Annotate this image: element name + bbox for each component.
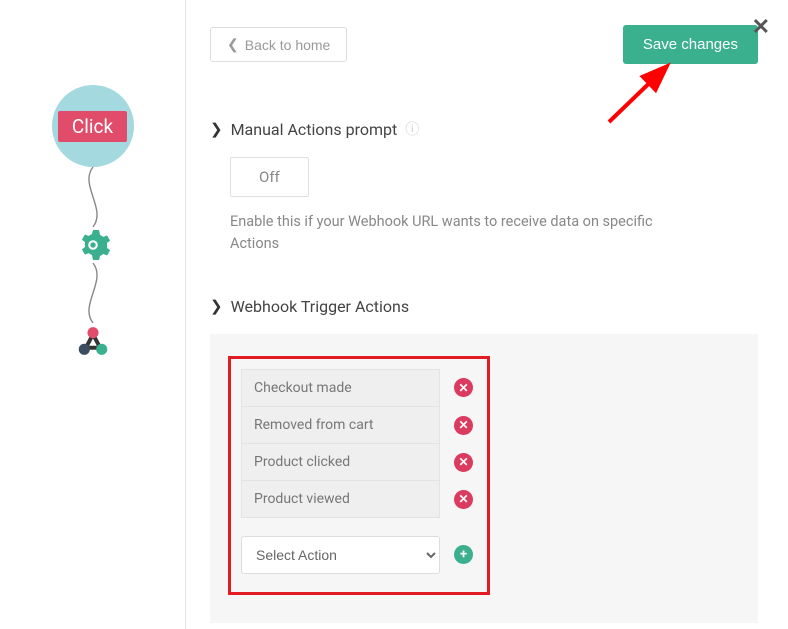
close-icon[interactable]: ✕ bbox=[752, 15, 770, 40]
remove-action-button[interactable]: ✕ bbox=[454, 490, 473, 509]
trigger-actions-panel: Checkout made ✕ Removed from cart ✕ Prod… bbox=[210, 334, 758, 623]
webhook-icon bbox=[74, 324, 112, 362]
manual-actions-helper: Enable this if your Webhook URL wants to… bbox=[230, 211, 660, 255]
add-action-button[interactable]: + bbox=[454, 545, 473, 564]
remove-action-button[interactable]: ✕ bbox=[454, 378, 473, 397]
trigger-actions-title: Webhook Trigger Actions bbox=[231, 297, 410, 316]
trigger-action-row: Product clicked ✕ bbox=[241, 444, 473, 481]
trigger-actions-header[interactable]: ❯ Webhook Trigger Actions bbox=[210, 297, 758, 316]
select-action-dropdown[interactable]: Select Action bbox=[241, 536, 440, 574]
manual-actions-header[interactable]: ❯ Manual Actions prompt ⓘ bbox=[210, 119, 758, 139]
click-node-label: Click bbox=[58, 111, 127, 142]
trigger-action-row: Checkout made ✕ bbox=[241, 369, 473, 407]
flow-sidebar: Click bbox=[0, 0, 185, 629]
back-button-label: Back to home bbox=[245, 37, 331, 53]
remove-action-button[interactable]: ✕ bbox=[454, 416, 473, 435]
back-to-home-button[interactable]: ❮ Back to home bbox=[210, 27, 347, 62]
webhook-node[interactable] bbox=[73, 323, 113, 363]
trigger-action-label: Removed from cart bbox=[241, 407, 440, 444]
manual-actions-toggle[interactable]: Off bbox=[230, 157, 309, 197]
trigger-action-row: Removed from cart ✕ bbox=[241, 407, 473, 444]
add-action-row: Select Action + bbox=[241, 536, 473, 574]
trigger-action-row: Product viewed ✕ bbox=[241, 481, 473, 518]
top-toolbar: ❮ Back to home Save changes bbox=[210, 25, 758, 64]
remove-action-button[interactable]: ✕ bbox=[454, 453, 473, 472]
gear-icon bbox=[75, 227, 111, 263]
highlight-box: Checkout made ✕ Removed from cart ✕ Prod… bbox=[228, 356, 490, 595]
gear-node[interactable] bbox=[75, 227, 111, 263]
trigger-action-label: Checkout made bbox=[241, 369, 440, 407]
manual-actions-title: Manual Actions prompt bbox=[231, 120, 398, 139]
main-panel: ✕ ❮ Back to home Save changes ❯ Manual A… bbox=[185, 0, 788, 629]
save-changes-button[interactable]: Save changes bbox=[623, 25, 758, 64]
connector-1 bbox=[73, 167, 113, 227]
connector-2 bbox=[73, 263, 113, 323]
click-node[interactable]: Click bbox=[52, 85, 134, 167]
chevron-right-icon: ❯ bbox=[210, 120, 223, 138]
info-icon[interactable]: ⓘ bbox=[405, 119, 419, 139]
chevron-right-icon: ❯ bbox=[210, 297, 223, 315]
chevron-left-icon: ❮ bbox=[227, 36, 239, 53]
trigger-action-label: Product clicked bbox=[241, 444, 440, 481]
trigger-action-label: Product viewed bbox=[241, 481, 440, 518]
